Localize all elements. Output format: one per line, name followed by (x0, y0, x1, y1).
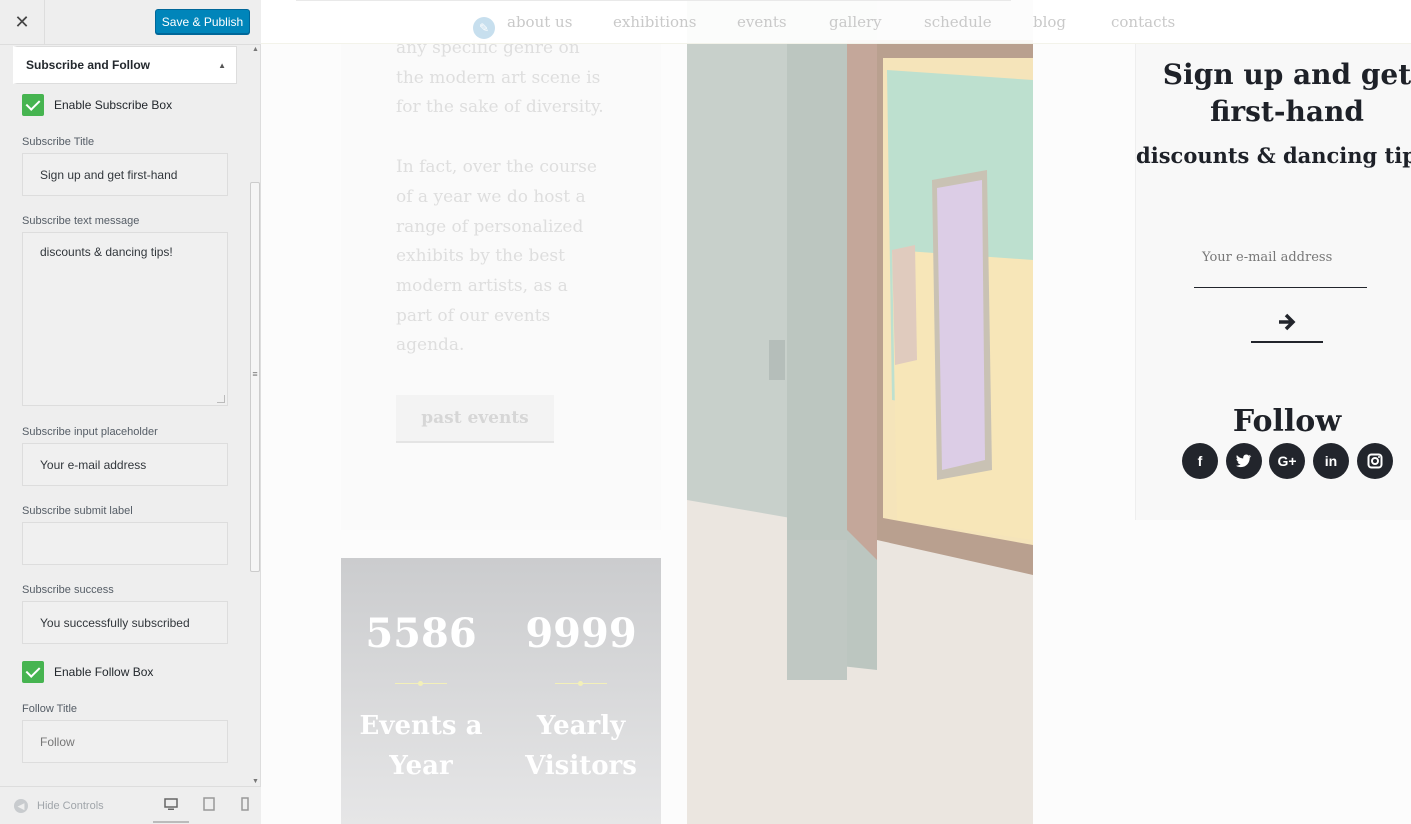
instagram-icon[interactable] (1357, 443, 1393, 479)
subscribe-follow-widget: Sign up and get first-hand discounts & d… (1135, 44, 1411, 520)
mobile-preview-icon[interactable] (238, 797, 252, 811)
close-customizer-button[interactable]: ✕ (0, 0, 45, 45)
stat-label: Yearly Visitors (525, 711, 637, 781)
stat-number: 9999 (525, 610, 637, 657)
nav-item-gallery[interactable]: gallery (829, 13, 882, 31)
linkedin-icon[interactable]: in (1313, 443, 1349, 479)
gallery-photo (687, 0, 1033, 824)
scroll-up-arrow-icon[interactable]: ▲ (252, 46, 259, 53)
nav-item-blog[interactable]: blog (1033, 13, 1066, 31)
subscribe-placeholder-label: Subscribe input placeholder (22, 426, 158, 438)
enable-subscribe-label: Enable Subscribe Box (54, 98, 173, 112)
customizer-sidebar: ✕ Save & Publish Subscribe and Follow ▲ … (0, 0, 261, 824)
hide-controls-label: Hide Controls (37, 800, 104, 812)
stat-separator (555, 681, 607, 686)
subscribe-submit-label: Subscribe submit label (22, 505, 133, 517)
hide-controls-button[interactable]: ◀ Hide Controls (14, 799, 104, 813)
site-preview: any specific genre on the modern art sce… (261, 0, 1411, 824)
panel-scrollbar[interactable]: ▲ ≡ ▼ (249, 45, 261, 785)
save-publish-button[interactable]: Save & Publish (155, 9, 250, 34)
resize-handle-icon[interactable] (217, 395, 225, 403)
customizer-section-panel: Subscribe and Follow ▲ Enable Subscribe … (13, 46, 237, 786)
nav-top-rule (296, 0, 1011, 1)
site-navigation: ✎ about us exhibitions events gallery sc… (261, 0, 1411, 44)
subscribe-placeholder-input[interactable]: Your e-mail address (22, 443, 228, 486)
enable-follow-label: Enable Follow Box (54, 665, 154, 679)
subscribe-text-label: Subscribe text message (22, 215, 140, 227)
past-events-button[interactable]: past events (396, 395, 554, 443)
collapse-arrow-icon[interactable]: ▲ (218, 61, 226, 70)
collapse-left-icon: ◀ (14, 799, 28, 813)
nav-item-contacts[interactable]: contacts (1111, 13, 1175, 31)
enable-follow-checkbox[interactable] (22, 661, 44, 683)
tablet-preview-icon[interactable] (202, 797, 216, 811)
stat-separator (395, 681, 447, 686)
nav-item-schedule[interactable]: schedule (924, 13, 992, 31)
customizer-header: ✕ Save & Publish (0, 0, 261, 45)
nav-item-events[interactable]: events (737, 13, 787, 31)
subscribe-text-value: discounts & dancing tips! (40, 245, 173, 259)
instagram-camera-glyph (1367, 453, 1383, 469)
customizer-footer: ◀ Hide Controls (0, 786, 261, 824)
stat-number: 5586 (365, 610, 477, 657)
follow-title-input[interactable]: Follow (22, 720, 228, 763)
enable-follow-control: Enable Follow Box (22, 661, 228, 683)
subscribe-success-label: Subscribe success (22, 584, 114, 596)
enable-subscribe-checkbox[interactable] (22, 94, 44, 116)
section-header[interactable]: Subscribe and Follow ▲ (13, 46, 237, 84)
nav-item-about-us[interactable]: about us (507, 13, 572, 31)
close-icon: ✕ (14, 12, 30, 32)
subscribe-title: Sign up and get first-hand (1162, 58, 1411, 128)
subscribe-submit-button[interactable] (1251, 302, 1323, 343)
subscribe-success-input[interactable]: You successfully subscribed (22, 601, 228, 644)
active-device-indicator (153, 821, 189, 823)
facebook-icon[interactable]: f (1182, 443, 1218, 479)
email-input[interactable]: Your e-mail address (1194, 240, 1367, 288)
subscribe-submit-input[interactable] (22, 522, 228, 565)
google-plus-icon[interactable]: G+ (1269, 443, 1305, 479)
section-title: Subscribe and Follow (26, 58, 151, 72)
about-paragraph: any specific genre on the modern art sce… (396, 38, 604, 118)
enable-subscribe-control: Enable Subscribe Box (22, 94, 228, 116)
follow-title-label: Follow Title (22, 703, 78, 715)
stats-block: 5586 Events a Year 9999 Yearly Visitors (341, 558, 661, 824)
twitter-bird-glyph (1236, 454, 1252, 468)
desktop-preview-icon[interactable] (164, 797, 178, 811)
follow-title: Follow (1232, 404, 1342, 439)
stat-label: Events a Year (359, 711, 483, 781)
subscribe-text-textarea[interactable]: discounts & dancing tips! (22, 232, 228, 406)
about-paragraph: In fact, over the course of a year we do… (396, 157, 597, 356)
subscribe-title-input[interactable]: Sign up and get first-hand (22, 153, 228, 196)
arrow-right-icon (1279, 313, 1296, 330)
about-text: any specific genre on the modern art sce… (396, 34, 606, 361)
twitter-icon[interactable] (1226, 443, 1262, 479)
scrollbar-thumb[interactable]: ≡ (250, 182, 260, 572)
scroll-grip-icon: ≡ (252, 369, 258, 379)
edit-shortcut-pencil-icon[interactable]: ✎ (473, 17, 495, 39)
subscribe-title-label: Subscribe Title (22, 136, 95, 148)
scroll-down-arrow-icon[interactable]: ▼ (252, 778, 259, 785)
nav-item-exhibitions[interactable]: exhibitions (613, 13, 696, 31)
subscribe-text: discounts & dancing tips! (1136, 143, 1411, 168)
